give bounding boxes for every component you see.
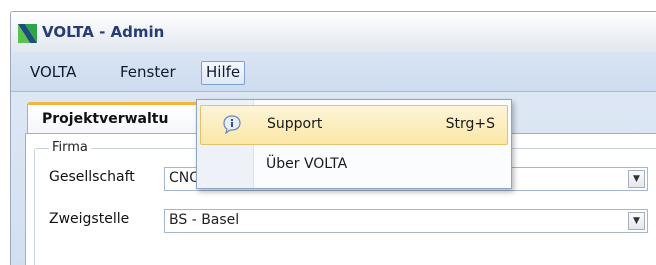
zweigstelle-value: BS - Basel <box>169 212 240 228</box>
volta-logo-icon <box>18 24 37 43</box>
support-label: Support <box>267 116 323 132</box>
menu-item-ueber-volta[interactable]: Über VOLTA <box>200 146 508 184</box>
menu-volta[interactable]: VOLTA <box>26 61 80 83</box>
menu-hilfe[interactable]: Hilfe <box>201 61 246 85</box>
title-bar[interactable]: VOLTA - Admin <box>11 12 656 52</box>
menu-fenster[interactable]: Fenster <box>116 61 180 83</box>
help-dropdown-menu: Support Strg+S Über VOLTA <box>196 99 512 189</box>
window-title: VOLTA - Admin <box>42 23 165 41</box>
gesellschaft-label: Gesellschaft <box>49 169 135 185</box>
info-icon <box>223 115 241 134</box>
support-shortcut: Strg+S <box>445 116 495 132</box>
chevron-down-icon[interactable]: ▼ <box>628 212 645 230</box>
zweigstelle-select[interactable]: BS - Basel ▼ <box>164 209 648 233</box>
fieldset-legend: Firma <box>49 140 91 155</box>
tab-label: Projektverwaltu <box>42 111 169 127</box>
menu-item-support[interactable]: Support Strg+S <box>200 105 508 145</box>
ueber-volta-label: Über VOLTA <box>266 156 348 172</box>
menu-bar: VOLTA Fenster Hilfe <box>11 52 656 92</box>
zweigstelle-label: Zweigstelle <box>49 211 130 227</box>
chevron-down-icon[interactable]: ▼ <box>628 170 645 188</box>
